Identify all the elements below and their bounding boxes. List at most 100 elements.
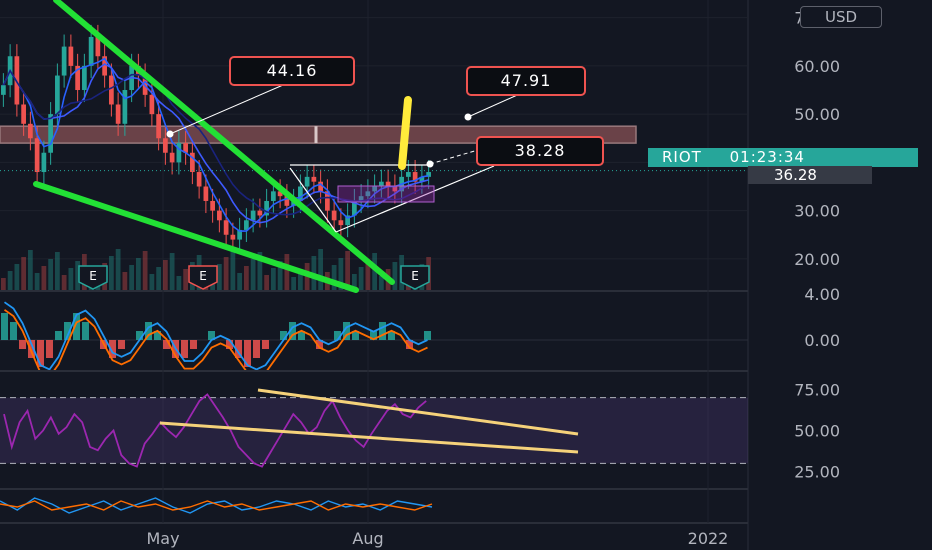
candle [271,191,276,201]
volume-bar [149,274,155,290]
candle [406,172,411,177]
volume-bar [68,268,74,290]
callout-anchor [166,130,174,138]
candle [28,123,33,139]
candle [311,176,317,182]
candle [250,210,256,221]
price-callout-38[interactable]: 38.28 [476,136,604,166]
candle [257,210,263,216]
rsi-pane [0,388,748,468]
volume-bar [14,264,20,290]
volume-bar [244,266,249,290]
volume-bar [264,275,269,290]
volume-bar [136,258,141,290]
candle [48,114,53,153]
candle [88,36,94,66]
candle [210,200,215,211]
macd-histogram-bar [262,340,269,349]
volume-bar [34,273,40,290]
candle [203,186,209,201]
volume-bar [142,251,148,290]
earnings-label: E [89,269,97,283]
time-tick-label: May [146,529,179,548]
volume-bar [284,254,290,290]
macd-histogram-bar [82,322,89,340]
price-tick-label: 20.00 [794,250,840,269]
price-tick-label: 60.00 [794,57,840,76]
price-tick-label: 30.00 [794,202,840,221]
bar-countdown: 01:23:34 [729,148,805,166]
macd-histogram-bar [1,313,8,340]
candle [1,85,6,95]
candle [122,90,128,124]
macd-histogram-bar [46,340,53,358]
volume-bar [55,252,60,290]
macd-histogram-bar [55,331,62,340]
volume-bar [7,271,13,290]
candle [61,46,67,76]
candle [55,75,60,115]
ticker-countdown-badge: RIOT 01:23:34 [648,148,918,167]
volume-bar [223,257,229,290]
candle [338,220,344,226]
macd-histogram-bar [118,340,125,349]
volume-bar [122,272,128,290]
volume-bar [183,269,188,290]
currency-badge[interactable]: USD [800,6,882,28]
candle [223,220,229,235]
candle [176,143,182,163]
candle [115,104,121,124]
candle [304,176,310,187]
macd-histogram-bar [253,340,260,358]
volume-bar [392,262,398,290]
volume-bar [21,257,26,290]
last-price-badge: 36.28 [748,166,872,184]
rsi-tick-label: 50.00 [794,422,840,441]
callout-anchor [426,160,434,168]
volume-bar [48,259,53,290]
macd-histogram-bar [424,331,431,340]
volume-bar [271,268,276,290]
price-callout-44[interactable]: 44.16 [229,56,355,86]
macd-tick-label: 0.00 [804,331,840,350]
volume-bar [61,275,67,290]
macd-histogram-bar [10,322,17,340]
macd-histogram-bar [181,340,188,358]
candle [149,94,155,115]
volume-bar [230,250,236,290]
candle [217,210,222,221]
rsi-tick-label: 75.00 [794,380,840,399]
volume-bar [291,277,296,290]
macd-histogram-bar [379,322,386,340]
macd-histogram-bar [190,340,197,349]
volume-bar [176,276,182,290]
candle [169,152,175,163]
candle [163,138,168,153]
volume-bar [156,267,161,290]
volume-bar [1,278,6,290]
candle [331,210,337,221]
time-tick-label: 2022 [688,529,729,548]
earnings-label: E [199,269,207,283]
volume-bar [163,260,168,290]
callout-anchor [464,113,472,121]
candle [156,114,161,139]
volume-bar [169,253,175,290]
candle [68,46,74,66]
time-tick-label: Aug [352,529,383,548]
volume-bar [28,250,33,290]
volume-bar [318,249,323,290]
price-callout-47[interactable]: 47.91 [466,66,586,96]
candle [34,138,40,173]
consolidation-box [337,185,435,203]
volume-bar [358,267,364,290]
volume-bar [115,249,121,290]
candle [230,234,236,240]
price-tick-label: 50.00 [794,105,840,124]
ticker-symbol: RIOT [662,148,702,166]
candle [109,75,114,105]
candle [196,172,202,187]
candle [244,220,249,230]
candle [41,152,47,173]
candle [82,65,87,91]
